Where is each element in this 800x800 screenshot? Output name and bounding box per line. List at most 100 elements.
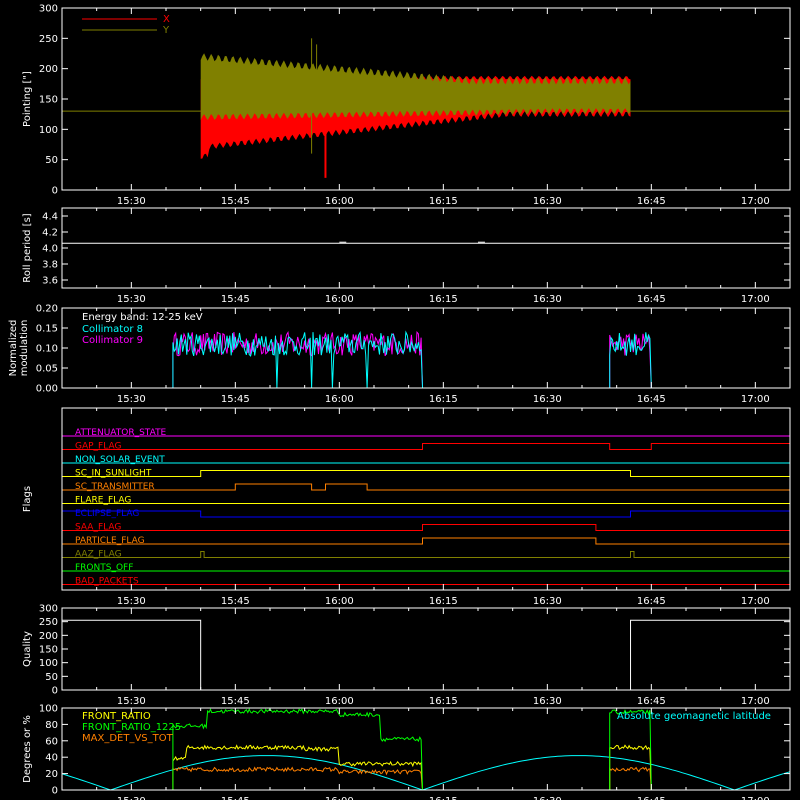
- y-tick-label: 4.0: [42, 244, 58, 255]
- x-tick-label: 16:30: [533, 796, 562, 800]
- x-tick-label: 16:15: [429, 796, 458, 800]
- legend-label: FRONT_RATIO: [82, 711, 151, 722]
- y-tick-label: 4.4: [42, 212, 58, 223]
- flag-label: FLARE_FLAG: [75, 496, 131, 506]
- x-tick-label: 16:15: [429, 394, 458, 405]
- x-tick-label: 16:00: [325, 596, 354, 607]
- x-tick-label: 15:30: [117, 394, 146, 405]
- x-tick-label: 15:45: [221, 394, 250, 405]
- y-tick-label: 200: [39, 64, 58, 75]
- y-tick-label: 250: [39, 617, 58, 628]
- x-tick-label: 16:00: [325, 294, 354, 305]
- x-tick-label: 16:00: [325, 796, 354, 800]
- legend-label: Collimator 9: [82, 335, 143, 346]
- x-tick-label: 15:30: [117, 796, 146, 800]
- flag-label: PARTICLE_FLAG: [75, 536, 145, 546]
- flag-label: FRONTS_OFF: [75, 563, 133, 573]
- legend-label: X: [163, 14, 170, 25]
- x-tick-label: 16:30: [533, 394, 562, 405]
- x-tick-label: 16:45: [637, 796, 666, 800]
- y-tick-label: 40: [45, 753, 58, 764]
- y-axis-label: modulation: [19, 320, 30, 377]
- x-tick-label: 17:00: [741, 596, 770, 607]
- x-tick-label: 16:15: [429, 294, 458, 305]
- x-tick-label: 15:30: [117, 196, 146, 207]
- x-tick-label: 15:45: [221, 796, 250, 800]
- x-tick-label: 17:00: [741, 796, 770, 800]
- x-tick-label: 16:45: [637, 696, 666, 707]
- legend-label: Absolute geomagnetic latitude: [617, 711, 771, 722]
- legend-label: Collimator 8: [82, 324, 143, 335]
- legend-label: FRONT_RATIO_1225: [82, 722, 181, 733]
- flag-label: ATTENUATOR_STATE: [75, 428, 167, 438]
- y-axis-label: Quality: [22, 631, 33, 667]
- flag-label: SAA_FLAG: [75, 523, 121, 533]
- y-axis-label: Normalized: [8, 320, 19, 377]
- y-tick-label: 250: [39, 34, 58, 45]
- x-tick-label: 16:15: [429, 696, 458, 707]
- y-tick-label: 100: [39, 704, 58, 715]
- x-tick-label: 15:30: [117, 596, 146, 607]
- y-tick-label: 60: [45, 736, 58, 747]
- y-tick-label: 3.8: [42, 260, 58, 271]
- flag-label: BAD_PACKETS: [75, 577, 139, 587]
- y-tick-label: 0: [52, 786, 58, 797]
- y-tick-label: 0: [52, 186, 58, 197]
- x-tick-label: 16:45: [637, 294, 666, 305]
- x-tick-label: 16:15: [429, 596, 458, 607]
- y-tick-label: 0.15: [36, 324, 58, 335]
- flag-label: GAP_FLAG: [75, 442, 121, 452]
- legend-label: Y: [162, 25, 170, 36]
- energy-band-annotation: Energy band: 12-25 keV: [82, 312, 203, 323]
- x-tick-label: 17:00: [741, 696, 770, 707]
- x-tick-label: 16:15: [429, 196, 458, 207]
- y-tick-label: 300: [39, 604, 58, 615]
- y-axis-label: Flags: [22, 486, 33, 512]
- x-tick-label: 16:45: [637, 596, 666, 607]
- y-tick-label: 4.2: [42, 228, 58, 239]
- y-tick-label: 200: [39, 631, 58, 642]
- flag-label: SC_IN_SUNLIGHT: [75, 469, 152, 479]
- y-tick-label: 50: [45, 672, 58, 683]
- x-tick-label: 16:00: [325, 394, 354, 405]
- x-tick-label: 17:00: [741, 394, 770, 405]
- x-tick-label: 16:30: [533, 294, 562, 305]
- y-tick-label: 150: [39, 95, 58, 106]
- y-tick-label: 300: [39, 4, 58, 15]
- flag-label: ECLIPSE_FLAG: [75, 509, 139, 519]
- x-tick-label: 15:45: [221, 294, 250, 305]
- y-tick-label: 50: [45, 155, 58, 166]
- y-tick-label: 0.20: [36, 304, 58, 315]
- y-axis-label: Degrees or %: [22, 715, 33, 783]
- y-tick-label: 0.10: [36, 344, 58, 355]
- y-tick-label: 150: [39, 645, 58, 656]
- x-tick-label: 15:30: [117, 294, 146, 305]
- x-tick-label: 16:30: [533, 696, 562, 707]
- legend-label: MAX_DET_VS_TOT: [82, 733, 174, 744]
- y-tick-label: 80: [45, 720, 58, 731]
- y-tick-label: 100: [39, 658, 58, 669]
- x-tick-label: 15:30: [117, 696, 146, 707]
- x-tick-label: 16:00: [325, 696, 354, 707]
- flag-label: AAZ_FLAG: [75, 550, 122, 560]
- y-tick-label: 3.6: [42, 276, 58, 287]
- x-tick-label: 15:45: [221, 596, 250, 607]
- x-tick-label: 17:00: [741, 294, 770, 305]
- x-tick-label: 16:30: [533, 596, 562, 607]
- y-tick-label: 100: [39, 125, 58, 136]
- y-tick-label: 0.05: [36, 364, 58, 375]
- x-tick-label: 17:00: [741, 196, 770, 207]
- x-tick-label: 16:45: [637, 196, 666, 207]
- x-tick-label: 15:45: [221, 696, 250, 707]
- x-tick-label: 16:45: [637, 394, 666, 405]
- y-tick-label: 0.00: [36, 384, 58, 395]
- x-tick-label: 16:00: [325, 196, 354, 207]
- flag-label: NON_SOLAR_EVENT: [75, 455, 165, 465]
- flag-label: SC_TRANSMITTER: [75, 482, 155, 492]
- y-tick-label: 20: [45, 769, 58, 780]
- x-tick-label: 16:30: [533, 196, 562, 207]
- y-axis-label: Roll period [s]: [22, 213, 33, 282]
- y-axis-label: Pointing ["]: [22, 71, 33, 127]
- figure: 15:30 15:45 16:00 16:15 16:30 16:45 17:00 0 50 10…: [0, 0, 800, 800]
- y-tick-label: 0: [52, 686, 58, 697]
